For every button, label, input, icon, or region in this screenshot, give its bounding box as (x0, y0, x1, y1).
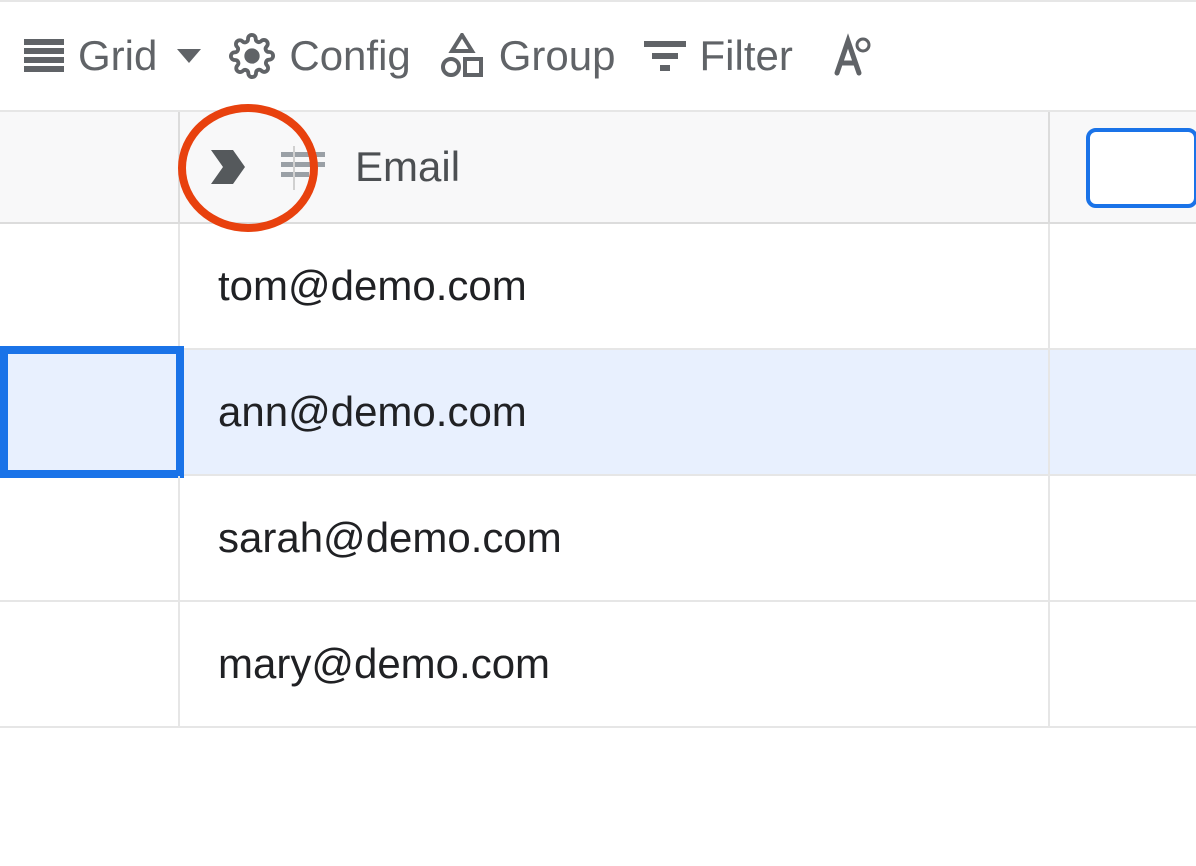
next-cell[interactable] (1050, 350, 1196, 474)
table-row[interactable]: ann@demo.com (0, 350, 1196, 476)
email-cell[interactable]: mary@demo.com (180, 602, 1050, 726)
list-icon (24, 39, 64, 73)
gear-icon (229, 33, 275, 79)
email-cell[interactable]: sarah@demo.com (180, 476, 1050, 600)
expand-chevron-icon[interactable] (205, 144, 251, 190)
table-row[interactable]: mary@demo.com (0, 602, 1196, 728)
email-column-header[interactable]: Email (180, 112, 1050, 222)
row-handle-cell[interactable] (0, 602, 180, 726)
column-header-row: Email (0, 112, 1196, 224)
letter-a-icon (825, 33, 871, 79)
next-cell[interactable] (1050, 476, 1196, 600)
shapes-icon (439, 33, 485, 79)
filter-label: Filter (700, 32, 793, 80)
next-column-header[interactable] (1050, 112, 1196, 222)
next-cell[interactable] (1050, 602, 1196, 726)
active-cell-outline[interactable] (1086, 128, 1196, 208)
email-value: sarah@demo.com (218, 514, 562, 562)
row-handle-cell[interactable] (0, 224, 180, 348)
filter-button[interactable]: Filter (644, 32, 793, 80)
text-column-type-icon (281, 148, 325, 187)
text-style-button[interactable] (825, 33, 871, 79)
row-handle-cell[interactable] (0, 476, 180, 600)
view-grid-button[interactable]: Grid (24, 32, 201, 80)
table-row[interactable]: sarah@demo.com (0, 476, 1196, 602)
column-mini-separator (293, 146, 295, 190)
row-handle-cell[interactable] (0, 350, 180, 474)
toolbar: Grid Config Group (0, 0, 1196, 112)
group-button[interactable]: Group (439, 32, 616, 80)
config-label: Config (289, 32, 410, 80)
next-cell[interactable] (1050, 224, 1196, 348)
email-column-label: Email (355, 143, 460, 191)
filter-icon (644, 39, 686, 73)
caret-down-icon (177, 49, 201, 63)
selected-row-indicator (0, 346, 184, 478)
table-row[interactable]: tom@demo.com (0, 224, 1196, 350)
email-cell[interactable]: tom@demo.com (180, 224, 1050, 348)
email-cell[interactable]: ann@demo.com (180, 350, 1050, 474)
view-grid-label: Grid (78, 32, 157, 80)
row-number-column-header[interactable] (0, 112, 180, 222)
group-label: Group (499, 32, 616, 80)
email-value: ann@demo.com (218, 388, 527, 436)
email-value: tom@demo.com (218, 262, 527, 310)
email-value: mary@demo.com (218, 640, 550, 688)
config-button[interactable]: Config (229, 32, 410, 80)
